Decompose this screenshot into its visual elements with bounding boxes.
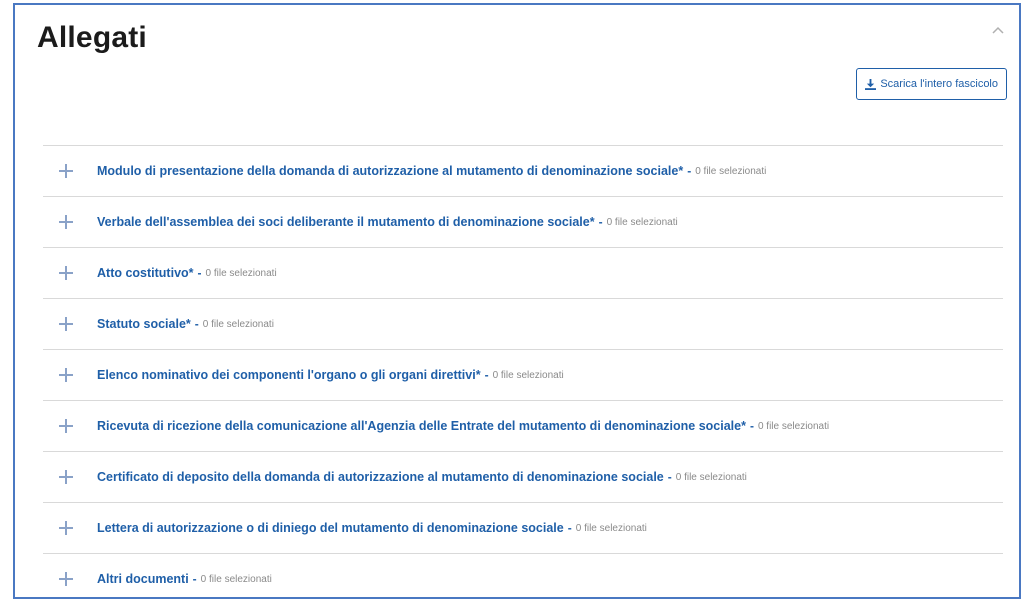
attachment-row[interactable]: Lettera di autorizzazione o di diniego d…: [43, 503, 1003, 554]
download-icon: [865, 78, 877, 90]
attachment-count: 0 file selezionati: [492, 369, 564, 381]
attachment-row[interactable]: Verbale dell'assemblea dei soci delibera…: [43, 197, 1003, 248]
attachment-count: 0 file selezionati: [205, 267, 277, 279]
attachment-separator: -: [567, 521, 572, 535]
attachment-count: 0 file selezionati: [606, 216, 678, 228]
attachment-label[interactable]: Elenco nominativo dei componenti l'organ…: [97, 368, 481, 382]
attachment-row[interactable]: Ricevuta di ricezione della comunicazion…: [43, 401, 1003, 452]
attachment-label[interactable]: Verbale dell'assemblea dei soci delibera…: [97, 215, 595, 229]
attachment-row[interactable]: Modulo di presentazione della domanda di…: [43, 146, 1003, 197]
attachment-separator: -: [667, 470, 672, 484]
attachment-row[interactable]: Altri documenti - 0 file selezionati: [43, 554, 1003, 597]
chevron-up-icon[interactable]: [991, 25, 1005, 35]
attachment-row[interactable]: Atto costitutivo* - 0 file selezionati: [43, 248, 1003, 299]
plus-icon[interactable]: [59, 572, 73, 586]
plus-icon[interactable]: [59, 368, 73, 382]
attachment-label[interactable]: Statuto sociale*: [97, 317, 191, 331]
plus-icon[interactable]: [59, 521, 73, 535]
attachment-row[interactable]: Elenco nominativo dei componenti l'organ…: [43, 350, 1003, 401]
attachment-separator: -: [192, 572, 197, 586]
section-title: Allegati: [37, 21, 147, 54]
attachments-panel: Allegati Scarica l'intero fascicolo Modu…: [13, 3, 1021, 599]
plus-icon[interactable]: [59, 215, 73, 229]
attachment-label[interactable]: Lettera di autorizzazione o di diniego d…: [97, 521, 564, 535]
attachment-separator: -: [484, 368, 489, 382]
attachment-separator: -: [687, 164, 692, 178]
attachment-count: 0 file selezionati: [202, 318, 274, 330]
attachment-separator: -: [749, 419, 754, 433]
plus-icon[interactable]: [59, 317, 73, 331]
attachment-count: 0 file selezionati: [675, 471, 747, 483]
attachment-row[interactable]: Statuto sociale* - 0 file selezionati: [43, 299, 1003, 350]
plus-icon[interactable]: [59, 164, 73, 178]
download-all-button[interactable]: Scarica l'intero fascicolo: [856, 68, 1007, 100]
attachment-label[interactable]: Atto costitutivo*: [97, 266, 194, 280]
plus-icon[interactable]: [59, 419, 73, 433]
attachment-separator: -: [197, 266, 202, 280]
plus-icon[interactable]: [59, 266, 73, 280]
attachment-count: 0 file selezionati: [757, 420, 830, 432]
attachment-separator: -: [598, 215, 603, 229]
attachment-label[interactable]: Altri documenti: [97, 572, 189, 586]
attachment-separator: -: [194, 317, 199, 331]
attachment-label[interactable]: Certificato di deposito della domanda di…: [97, 470, 664, 484]
attachment-count: 0 file selezionati: [200, 573, 272, 585]
attachment-label[interactable]: Modulo di presentazione della domanda di…: [97, 164, 683, 178]
attachment-label[interactable]: Ricevuta di ricezione della comunicazion…: [97, 419, 746, 433]
attachment-count: 0 file selezionati: [695, 165, 767, 177]
attachments-list: Modulo di presentazione della domanda di…: [43, 145, 1003, 597]
attachment-row[interactable]: Certificato di deposito della domanda di…: [43, 452, 1003, 503]
download-all-label: Scarica l'intero fascicolo: [880, 78, 998, 90]
plus-icon[interactable]: [59, 470, 73, 484]
attachment-count: 0 file selezionati: [575, 522, 647, 534]
